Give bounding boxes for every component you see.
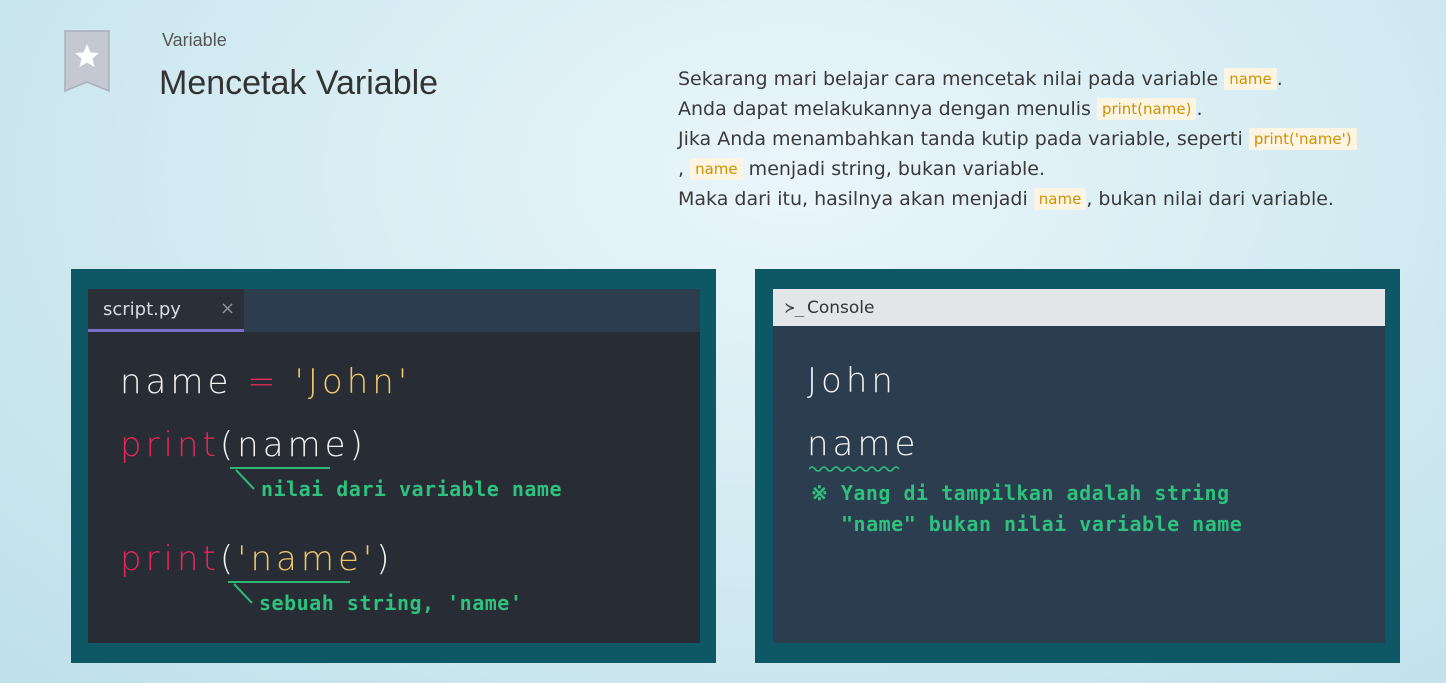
- code-function: print: [120, 539, 220, 579]
- terminal-prompt-icon: ≻_: [785, 298, 805, 317]
- description-text: , bukan nilai dari variable.: [1086, 188, 1334, 210]
- editor-tab-bar: script.py ×: [88, 289, 700, 332]
- close-icon[interactable]: ×: [220, 298, 235, 319]
- note-text: Yang di tampilkan adalah string: [840, 481, 1230, 505]
- console-output-area: ≻_ Console John name ※ Yang di tampilkan…: [773, 289, 1385, 643]
- description-line: Maka dari itu, hasilnya akan menjadi nam…: [678, 184, 1408, 214]
- code-paren: ): [349, 425, 367, 465]
- wavy-underline: [809, 466, 900, 472]
- code-variable: name: [120, 362, 233, 402]
- code-string: 'name': [237, 539, 377, 579]
- code-paren: ): [376, 539, 394, 579]
- code-line: print(name): [120, 425, 367, 465]
- console-output-line: John: [807, 361, 897, 401]
- console-title: Console: [807, 298, 875, 318]
- bookmark-star-icon[interactable]: [64, 30, 110, 92]
- description-text: Jika Anda menambahkan tanda kutip pada v…: [678, 128, 1249, 150]
- reference-mark-icon: ※: [811, 481, 829, 505]
- inline-code: print('name'): [1248, 128, 1357, 150]
- annotation-label: sebuah string, 'name': [259, 591, 523, 615]
- inline-code: name: [1224, 68, 1277, 90]
- code-string: 'John': [294, 362, 412, 402]
- editor-panel: script.py × name = 'John' print(name) ni…: [71, 269, 716, 663]
- tab-script-py[interactable]: script.py ×: [88, 289, 244, 332]
- description-text: Maka dari itu, hasilnya akan menjadi: [678, 188, 1034, 210]
- page-title: Mencetak Variable: [159, 64, 439, 102]
- code-paren: (: [219, 539, 238, 579]
- code-line: print('name'): [120, 539, 394, 579]
- code-line: name = 'John': [120, 362, 411, 402]
- annotation-pointer: [235, 469, 255, 490]
- annotation-pointer: [233, 583, 253, 604]
- annotation-label: nilai dari variable name: [261, 477, 562, 501]
- description-line: Jika Anda menambahkan tanda kutip pada v…: [678, 124, 1408, 154]
- inline-code: name: [1033, 188, 1087, 210]
- description-line: Sekarang mari belajar cara mencetak nila…: [678, 64, 1408, 94]
- inline-code: print(name): [1096, 98, 1197, 120]
- code-paren: (: [219, 425, 238, 465]
- console-output-line: name: [807, 424, 920, 464]
- description-text: .: [1196, 98, 1203, 120]
- tab-label: script.py: [103, 299, 181, 320]
- description-line: Anda dapat melakukannya dengan menulis p…: [678, 94, 1408, 124]
- console-note: ※ Yang di tampilkan adalah string: [811, 481, 1230, 505]
- category-label: Variable: [162, 30, 227, 50]
- console-note: "name" bukan nilai variable name: [841, 512, 1243, 536]
- inline-code: name: [690, 158, 743, 180]
- description-text: ,: [678, 158, 685, 180]
- description: Sekarang mari belajar cara mencetak nila…: [678, 64, 1408, 214]
- console-panel: ≻_ Console John name ※ Yang di tampilkan…: [755, 269, 1400, 663]
- console-header: ≻_ Console: [773, 289, 1385, 326]
- description-text: Anda dapat melakukannya dengan menulis: [678, 98, 1097, 120]
- code-editor: script.py × name = 'John' print(name) ni…: [88, 289, 700, 643]
- code-operator: =: [247, 362, 280, 402]
- description-text: menjadi string, bukan variable.: [742, 158, 1046, 180]
- description-line: , name menjadi string, bukan variable.: [678, 154, 1408, 184]
- code-argument: name: [237, 425, 350, 465]
- description-text: Sekarang mari belajar cara mencetak nila…: [678, 68, 1225, 90]
- description-text: .: [1276, 68, 1283, 90]
- code-function: print: [120, 425, 220, 465]
